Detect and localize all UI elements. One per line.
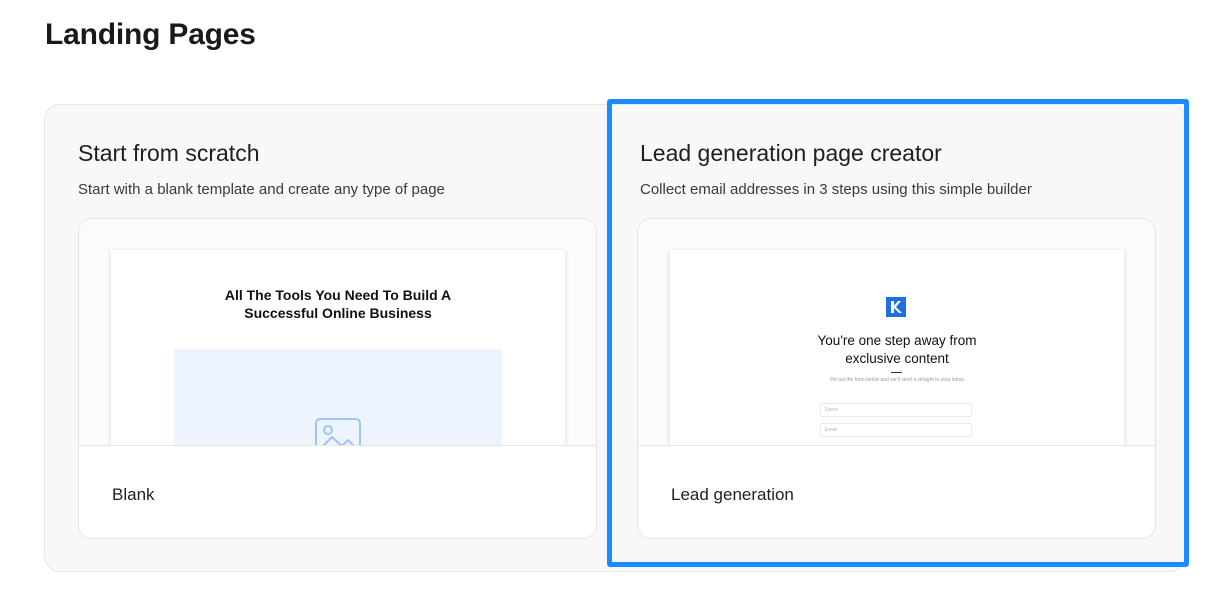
option-title: Start from scratch xyxy=(78,140,260,166)
preview-name-field: Name xyxy=(820,403,972,417)
preview-heading: You're one step away from exclusive cont… xyxy=(670,332,1124,368)
option-lead-generation: Lead generation page creator Collect ema… xyxy=(607,105,1187,571)
image-placeholder-icon xyxy=(315,418,361,445)
preview-sheet: All The Tools You Need To Build A Succes… xyxy=(111,250,565,445)
preview-heading-line1: All The Tools You Need To Build A xyxy=(224,287,452,303)
option-start-from-scratch: Start from scratch Start with a blank te… xyxy=(45,105,607,571)
option-title: Lead generation page creator xyxy=(640,140,942,166)
blank-template-card[interactable]: All The Tools You Need To Build A Succes… xyxy=(78,218,597,539)
template-preview: All The Tools You Need To Build A Succes… xyxy=(79,219,596,446)
page-title: Landing Pages xyxy=(45,18,256,51)
preview-heading: All The Tools You Need To Build A Succes… xyxy=(111,286,565,322)
preview-subtext: Fill out the form below and we'll send i… xyxy=(830,377,964,383)
card-label-lead-generation: Lead generation xyxy=(671,485,794,504)
preview-heading-line2: exclusive content xyxy=(845,351,949,366)
option-description: Start with a blank template and create a… xyxy=(78,181,445,198)
template-options-panel: Start from scratch Start with a blank te… xyxy=(44,104,1186,572)
preview-sheet: You're one step away from exclusive cont… xyxy=(670,250,1124,445)
option-description: Collect email addresses in 3 steps using… xyxy=(640,181,1032,198)
template-preview: You're one step away from exclusive cont… xyxy=(638,219,1155,446)
preview-email-field: Email xyxy=(820,423,972,437)
preview-image-placeholder xyxy=(174,349,502,445)
kajabi-logo-icon xyxy=(886,297,906,317)
preview-heading-line1: You're one step away from xyxy=(817,333,977,348)
preview-heading-line2: Successful Online Business xyxy=(244,305,432,321)
lead-generation-template-card[interactable]: You're one step away from exclusive cont… xyxy=(637,218,1156,539)
card-label-blank: Blank xyxy=(112,485,155,504)
preview-divider xyxy=(891,372,902,373)
